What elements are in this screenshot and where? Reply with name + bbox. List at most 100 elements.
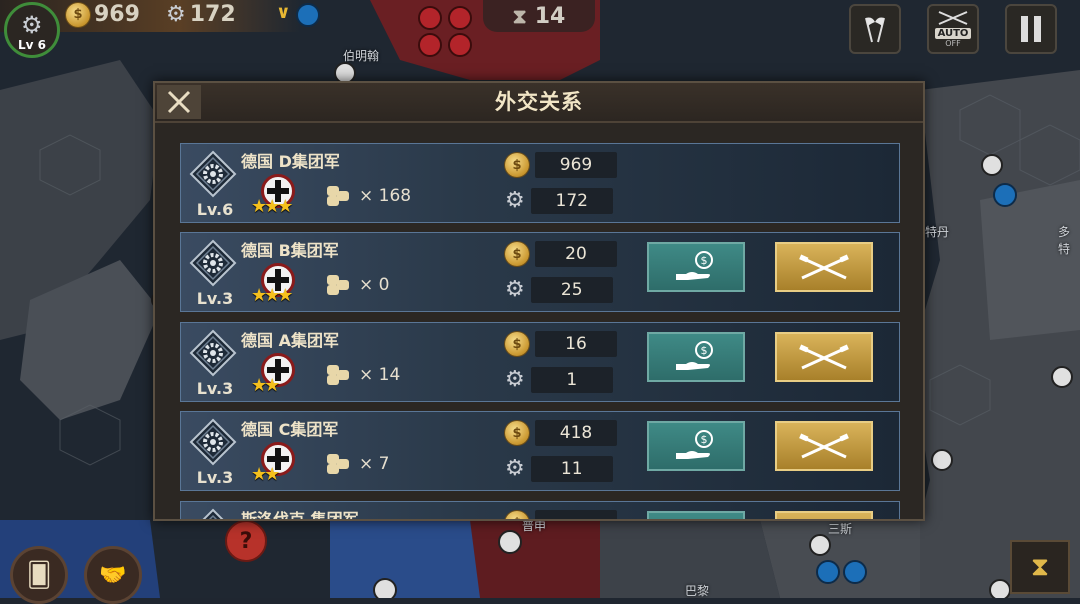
gear-icon: ⚙: [505, 277, 525, 302]
crossed-rifles-icon: [799, 254, 849, 280]
money-hand-icon: $: [676, 430, 713, 459]
hourglass-icon: ⧗: [512, 4, 527, 28]
gold-value: 969: [535, 152, 617, 178]
army-list[interactable]: Lv.6 德国 D集团军 ★★★ × 168 $ 969 ⚙ 172 Lv.3 …: [155, 123, 923, 519]
gold-value: 20: [535, 241, 617, 267]
question-icon: ?: [239, 528, 253, 554]
gold-value: [535, 510, 617, 519]
money-hand-icon: $: [676, 341, 713, 370]
gold-resource: $ 16: [505, 331, 617, 357]
cards-icon: 🂠: [26, 561, 52, 589]
army-emblem-icon: [189, 239, 237, 287]
gear-icon: ⚙: [21, 11, 43, 39]
end-turn-button[interactable]: ⧗: [1010, 540, 1070, 594]
army-row: Lv.3 德国 B集团军 ★★★ × 0 $ 20 ⚙ 25 $: [180, 232, 900, 312]
turn-counter: ⧗ 14: [483, 0, 595, 32]
aid-button[interactable]: $: [647, 242, 745, 292]
player-level: Lv 6: [18, 38, 46, 52]
surrender-flags-button[interactable]: [849, 4, 901, 54]
troops-icon: [327, 275, 355, 295]
auto-battle-button[interactable]: AUTO OFF: [927, 4, 979, 54]
svg-text:$: $: [701, 433, 708, 446]
money-hand-icon: $: [676, 251, 713, 280]
declare-war-button[interactable]: [775, 511, 873, 519]
svg-text:$: $: [701, 344, 708, 357]
industry-value: 11: [530, 456, 613, 482]
army-stars: ★★★: [251, 285, 293, 306]
industry-resource: ⚙ 1: [505, 367, 613, 393]
coin-icon: $: [505, 242, 529, 266]
army-emblem-icon: [189, 150, 237, 198]
army-name: 德国 B集团军: [241, 241, 339, 260]
crossed-rifles-icon: [799, 344, 849, 370]
troop-value: × 7: [359, 454, 390, 474]
aid-button[interactable]: $: [647, 511, 745, 519]
industry-value: 25: [530, 277, 613, 303]
troop-value: × 168: [359, 186, 412, 206]
army-level: Lv.3: [196, 468, 234, 487]
army-level: Lv.3: [196, 379, 234, 398]
crossed-rifles-icon: [938, 11, 968, 25]
cards-button[interactable]: 🂠: [10, 546, 68, 604]
army-stars: ★★: [251, 375, 280, 396]
dialog-header: 外交关系: [155, 83, 923, 123]
help-button[interactable]: ?: [225, 520, 267, 562]
auto-state: OFF: [945, 39, 961, 48]
svg-text:$: $: [701, 254, 708, 267]
coin-icon: $: [505, 153, 529, 177]
army-name: 德国 D集团军: [241, 152, 340, 171]
industry-value: 172: [530, 188, 613, 214]
troops-icon: [327, 365, 355, 385]
pause-button[interactable]: [1005, 4, 1057, 54]
aid-button[interactable]: $: [647, 421, 745, 471]
declare-war-button[interactable]: [775, 421, 873, 471]
troop-count: × 14: [327, 365, 400, 385]
aid-button[interactable]: $: [647, 332, 745, 382]
gear-icon: ⚙: [505, 367, 525, 392]
chevron-down-icon[interactable]: ∨: [276, 2, 291, 23]
army-name: 斯洛伐克 集团军: [241, 506, 359, 519]
army-level: Lv.6: [196, 200, 234, 219]
turn-value: 14: [534, 3, 566, 29]
coin-icon: $: [505, 332, 529, 356]
troop-count: × 168: [327, 186, 411, 206]
army-name: 德国 A集团军: [241, 331, 339, 350]
map-label-sedan: 三斯: [828, 522, 853, 536]
gold-resource: $ 20: [505, 241, 617, 267]
industry-stat: ⚙ 172: [166, 2, 236, 27]
gold-resource: $ 969: [505, 152, 617, 178]
coin-icon: $: [505, 421, 529, 445]
troop-value: × 14: [359, 365, 401, 385]
army-emblem-icon: [189, 329, 237, 377]
gold-resource: $: [505, 510, 617, 519]
army-row: Lv.3 德国 A集团军 ★★ × 14 $ 16 ⚙ 1 $: [180, 322, 900, 402]
declare-war-button[interactable]: [775, 242, 873, 292]
coin-icon: $: [505, 511, 529, 519]
gear-icon: ⚙: [505, 188, 525, 213]
hourglass-icon: ⧗: [1030, 551, 1050, 582]
close-button[interactable]: [157, 85, 201, 119]
map-label-paris: 巴黎: [685, 584, 710, 598]
industry-resource: ⚙ 11: [505, 456, 613, 482]
player-level-badge[interactable]: ⚙ Lv 6: [4, 2, 60, 58]
army-level: Lv.3: [196, 289, 234, 308]
map-label-rotterdam: 特丹: [925, 225, 950, 239]
troop-count: × 0: [327, 275, 389, 295]
industry-value: 1: [530, 367, 613, 393]
handshake-icon: 🤝: [99, 562, 127, 588]
map-label-birmingham: 伯明翰: [343, 49, 380, 63]
army-emblem-icon: [202, 508, 224, 519]
declare-war-button[interactable]: [775, 332, 873, 382]
industry-resource: ⚙ 172: [505, 188, 613, 214]
gear-icon: ⚙: [505, 456, 525, 481]
army-emblem-icon: [189, 418, 237, 466]
army-stars: ★★★: [251, 196, 293, 217]
gold-value: 418: [535, 420, 617, 446]
close-icon: [167, 90, 191, 114]
army-row: Lv.3 德国 C集团军 ★★ × 7 $ 418 ⚙ 11 $: [180, 411, 900, 491]
troop-value: × 0: [359, 275, 390, 295]
diplomacy-dialog: 外交关系 Lv.6 德国 D集团军 ★★★ × 168 $ 969 ⚙ 172 …: [153, 81, 925, 521]
gold-value: 16: [535, 331, 617, 357]
diplomacy-button[interactable]: 🤝: [84, 546, 142, 604]
auto-label: AUTO: [934, 28, 972, 39]
